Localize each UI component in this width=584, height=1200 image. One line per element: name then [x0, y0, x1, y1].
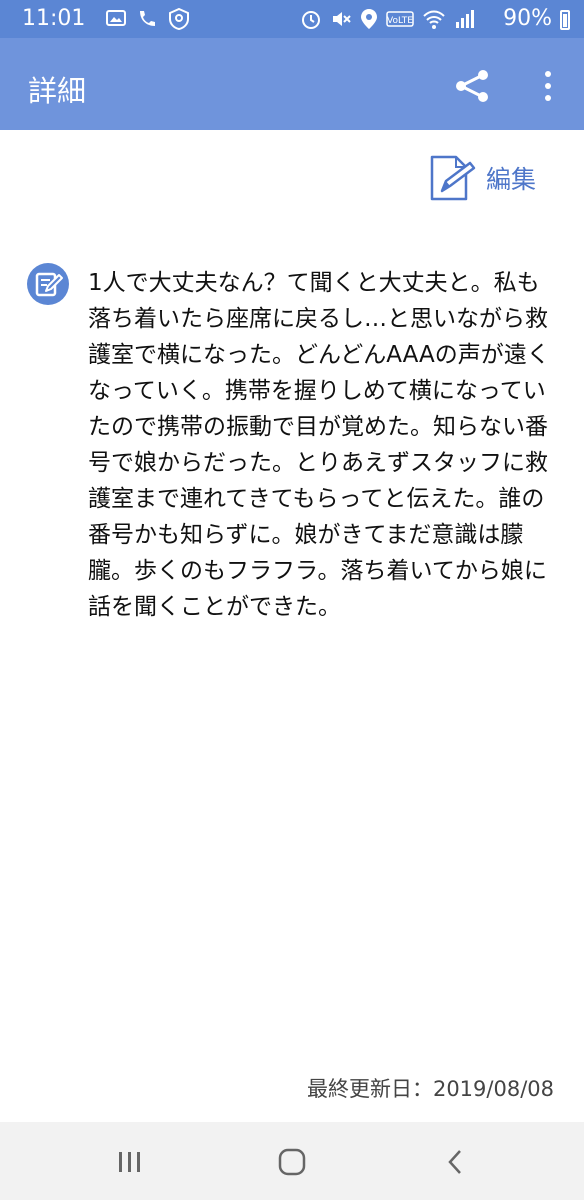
location-icon — [361, 9, 377, 29]
mute-icon — [333, 12, 351, 26]
nav-bar — [0, 1122, 584, 1200]
volte-icon: VoLTE — [386, 11, 414, 27]
share-icon[interactable] — [452, 66, 492, 106]
battery-icon — [560, 10, 570, 30]
status-bar: 11:01 VoLTE 90% — [0, 0, 584, 38]
more-vertical-icon[interactable] — [540, 68, 556, 104]
recents-button[interactable] — [110, 1142, 150, 1182]
memo-text: 1人で大丈夫なん？て聞くと大丈夫と。私も落ち着いたら座席に戻るし…と思いながら救… — [88, 270, 550, 620]
status-time: 11:01 — [22, 6, 86, 31]
edit-label: 編集 — [486, 165, 537, 194]
vpn-icon — [169, 8, 189, 30]
memo-icon — [27, 263, 69, 305]
edit-document-icon — [430, 155, 476, 201]
svg-text:VoLTE: VoLTE — [387, 16, 413, 26]
page-title: 詳細 — [28, 74, 87, 108]
edit-button[interactable]: 編集 — [426, 150, 546, 206]
back-button[interactable] — [436, 1142, 476, 1182]
app-bar: 詳細 — [0, 38, 584, 130]
alarm-icon — [302, 11, 320, 29]
home-button[interactable] — [272, 1142, 312, 1182]
call-forward-icon — [140, 11, 155, 26]
wifi-icon — [423, 10, 445, 29]
back-icon — [448, 1150, 461, 1174]
status-left-icons — [106, 8, 190, 30]
status-right-icons: VoLTE — [300, 8, 476, 30]
last-updated: 最終更新日：2019/08/08 — [306, 1077, 554, 1101]
signal-icon — [456, 10, 474, 28]
home-icon — [278, 1148, 306, 1176]
recents-icon — [119, 1152, 140, 1172]
battery-percent: 90% — [503, 6, 552, 31]
image-icon — [106, 10, 126, 26]
